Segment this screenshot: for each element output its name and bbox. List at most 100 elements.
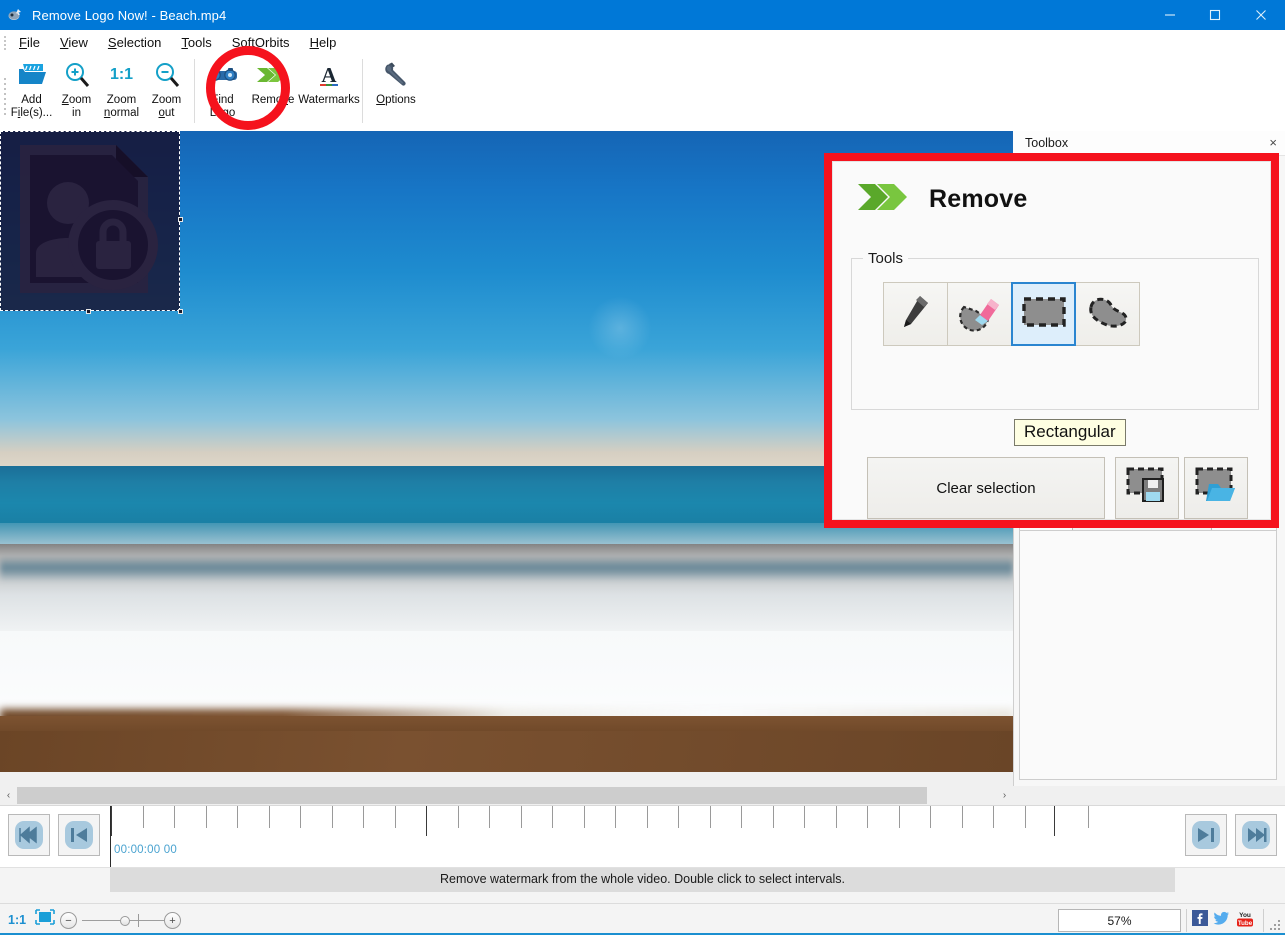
rectangular-tool-button[interactable] bbox=[1011, 282, 1076, 346]
toolbar-separator-2 bbox=[362, 59, 363, 123]
skip-to-end-button[interactable] bbox=[1235, 814, 1277, 856]
watermarks-button[interactable]: A Watermarks bbox=[298, 55, 360, 127]
options-wrench-icon bbox=[383, 59, 409, 91]
zoom-normal-glyph: 1:1 bbox=[109, 66, 134, 83]
green-double-arrow-icon bbox=[855, 176, 911, 223]
timeline-ruler[interactable] bbox=[110, 806, 1107, 868]
title-bar: Remove Logo Now! - Beach.mp4 bbox=[0, 0, 1285, 30]
minimize-icon[interactable] bbox=[1147, 0, 1192, 30]
load-selection-icon bbox=[1194, 466, 1238, 511]
load-selection-button[interactable] bbox=[1184, 457, 1248, 519]
add-files-button[interactable]: Add File(s)... bbox=[9, 55, 54, 127]
twitter-icon[interactable] bbox=[1213, 910, 1230, 931]
zoom-slider-notch bbox=[138, 914, 139, 927]
zoom-out-label: Zoom out bbox=[151, 94, 182, 119]
selection-handle-s[interactable] bbox=[86, 309, 91, 314]
tools-row bbox=[883, 282, 1140, 346]
sand-foreground bbox=[0, 731, 1013, 772]
status-strip: Remove watermark from the whole video. D… bbox=[0, 867, 1285, 903]
window-title: Remove Logo Now! - Beach.mp4 bbox=[32, 7, 227, 23]
menu-grip bbox=[0, 30, 9, 55]
watermark-text-icon: A bbox=[316, 59, 342, 91]
fit-to-window-icon[interactable] bbox=[35, 909, 55, 930]
pencil-icon bbox=[896, 291, 936, 338]
freehand-tool-button[interactable] bbox=[1075, 282, 1140, 346]
zoom-out-button[interactable]: Zoom out bbox=[144, 55, 189, 127]
timeline-timecode: 00:00:00 00 bbox=[114, 844, 177, 856]
scroll-right-arrow-icon[interactable]: › bbox=[996, 786, 1013, 805]
menu-item-selection[interactable]: Selection bbox=[98, 32, 171, 53]
remove-toolbox-dialog: Remove Tools Rectangular Clear selection bbox=[824, 153, 1279, 528]
remove-dialog-header: Remove bbox=[855, 176, 1027, 223]
status-message: Remove watermark from the whole video. D… bbox=[439, 872, 846, 886]
wave-crest bbox=[0, 556, 1013, 582]
app-logo-icon bbox=[8, 7, 24, 23]
zoom-slider[interactable]: − + bbox=[60, 910, 185, 930]
menu-item-help[interactable]: Help bbox=[300, 32, 347, 53]
main-toolbar: Add File(s)... Zoom in 1:1 Zoom normal Z… bbox=[0, 55, 1285, 180]
save-selection-button[interactable] bbox=[1115, 457, 1179, 519]
toolbox-title: Toolbox bbox=[1025, 136, 1069, 150]
tools-group bbox=[851, 258, 1259, 410]
zoom-out-button[interactable]: − bbox=[60, 912, 77, 929]
next-frame-button[interactable] bbox=[1185, 814, 1227, 856]
menu-item-view[interactable]: View bbox=[50, 32, 98, 53]
zoom-normal-button[interactable]: 1:1 Zoom normal bbox=[99, 55, 144, 127]
add-files-label: Add File(s)... bbox=[10, 94, 53, 119]
youtube-icon[interactable]: You Tube bbox=[1235, 910, 1255, 932]
facebook-icon[interactable] bbox=[1192, 910, 1208, 931]
freehand-lasso-icon bbox=[1085, 293, 1131, 336]
toolbar-separator-1 bbox=[194, 59, 195, 123]
tools-group-label: Tools bbox=[863, 250, 909, 267]
window-controls bbox=[1147, 0, 1285, 30]
watermarks-label: Watermarks bbox=[298, 94, 360, 106]
clear-selection-button[interactable]: Clear selection bbox=[867, 457, 1105, 519]
rectangular-marquee-icon bbox=[1020, 294, 1068, 335]
sun-flare bbox=[588, 296, 652, 360]
zoom-in-icon bbox=[63, 59, 91, 91]
zoom-normal-label: Zoom normal bbox=[103, 94, 140, 119]
zoom-in-button[interactable]: + bbox=[164, 912, 181, 929]
zoom-ratio-label[interactable]: 1:1 bbox=[8, 913, 26, 927]
selection-handle-se[interactable] bbox=[178, 309, 183, 314]
svg-text:Tube: Tube bbox=[1238, 920, 1253, 927]
zoom-normal-icon: 1:1 bbox=[110, 59, 133, 91]
timeline-bar: 00:00:00 00 bbox=[0, 805, 1285, 868]
maximize-icon[interactable] bbox=[1192, 0, 1237, 30]
tool-tooltip: Rectangular bbox=[1014, 419, 1126, 446]
scrollbar-track[interactable] bbox=[17, 787, 996, 804]
canvas-horizontal-scrollbar[interactable]: ‹ › bbox=[0, 786, 1013, 805]
menu-bar: FFileile View Selection Tools SoftOrbits… bbox=[0, 30, 1285, 55]
options-label: Options bbox=[376, 94, 416, 106]
toolbox-close-icon[interactable]: × bbox=[1269, 135, 1277, 150]
svg-text:You: You bbox=[1239, 912, 1251, 919]
highlight-circle-remove bbox=[206, 46, 290, 130]
resize-grip[interactable] bbox=[1270, 920, 1282, 932]
social-links: You Tube bbox=[1186, 909, 1264, 932]
svg-text:A: A bbox=[321, 63, 337, 87]
menu-item-tools[interactable]: Tools bbox=[171, 32, 221, 53]
remove-dialog-inner: Remove Tools Rectangular Clear selection bbox=[832, 161, 1271, 520]
eraser-tool-button[interactable] bbox=[947, 282, 1012, 346]
application-window: Remove Logo Now! - Beach.mp4 FFileile Vi… bbox=[0, 0, 1285, 935]
bottom-bar: 1:1 − + 57% You Tube bbox=[0, 903, 1285, 935]
skip-to-start-button[interactable] bbox=[8, 814, 50, 856]
scroll-left-arrow-icon[interactable]: ‹ bbox=[0, 786, 17, 805]
eraser-icon bbox=[958, 291, 1002, 338]
menu-item-file[interactable]: FFileile bbox=[9, 32, 50, 53]
document-person-lock-icon bbox=[8, 137, 172, 306]
zoom-slider-handle[interactable] bbox=[120, 916, 130, 926]
rectangular-selection-region[interactable] bbox=[0, 131, 183, 314]
scrollbar-thumb[interactable] bbox=[17, 787, 927, 804]
save-selection-icon bbox=[1125, 466, 1169, 511]
zoom-in-button[interactable]: Zoom in bbox=[54, 55, 99, 127]
previous-frame-button[interactable] bbox=[58, 814, 100, 856]
options-button[interactable]: Options bbox=[368, 55, 424, 127]
toolbox-lower-area bbox=[1019, 530, 1277, 780]
remove-dialog-heading: Remove bbox=[929, 185, 1028, 213]
selection-handle-e[interactable] bbox=[178, 217, 183, 222]
pencil-tool-button[interactable] bbox=[883, 282, 948, 346]
close-icon[interactable] bbox=[1237, 0, 1285, 30]
zoom-out-icon bbox=[153, 59, 181, 91]
zoom-level-display[interactable]: 57% bbox=[1058, 909, 1181, 932]
